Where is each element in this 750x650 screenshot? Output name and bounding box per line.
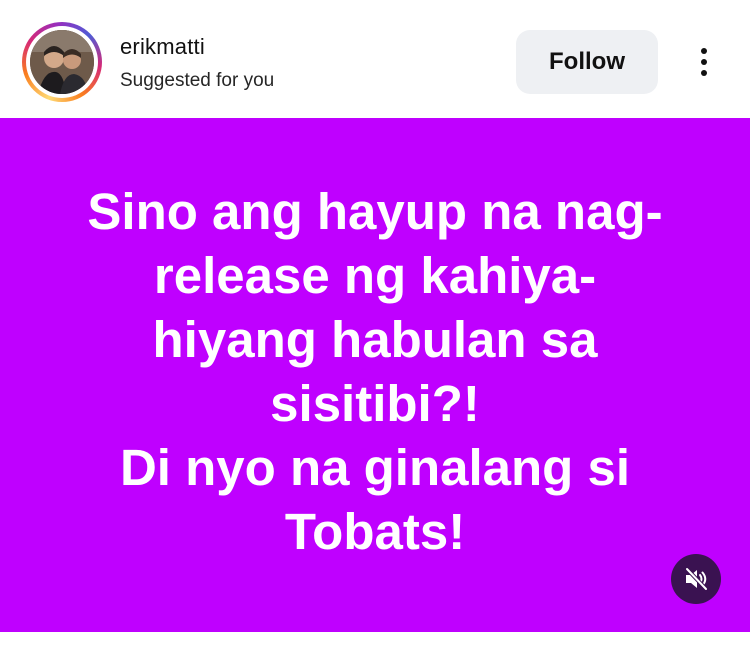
suggested-label: Suggested for you [120, 70, 275, 91]
post-header: erikmatti Suggested for you Follow [0, 0, 750, 118]
post-media[interactable]: Sino ang hayup na nag- release ng kahiya… [0, 118, 750, 632]
muted-speaker-icon [685, 567, 708, 591]
follow-button[interactable]: Follow [516, 30, 658, 94]
more-options-icon[interactable] [686, 40, 722, 84]
mute-toggle-button[interactable] [671, 554, 721, 604]
avatar[interactable] [30, 30, 94, 94]
post-bottom-spacer [0, 632, 750, 650]
more-dot [701, 48, 707, 54]
username[interactable]: erikmatti [120, 34, 205, 60]
more-dot [701, 70, 707, 76]
more-dot [701, 59, 707, 65]
avatar-photo [30, 30, 94, 94]
post-text: Sino ang hayup na nag- release ng kahiya… [87, 183, 663, 560]
story-ring[interactable] [22, 22, 102, 102]
